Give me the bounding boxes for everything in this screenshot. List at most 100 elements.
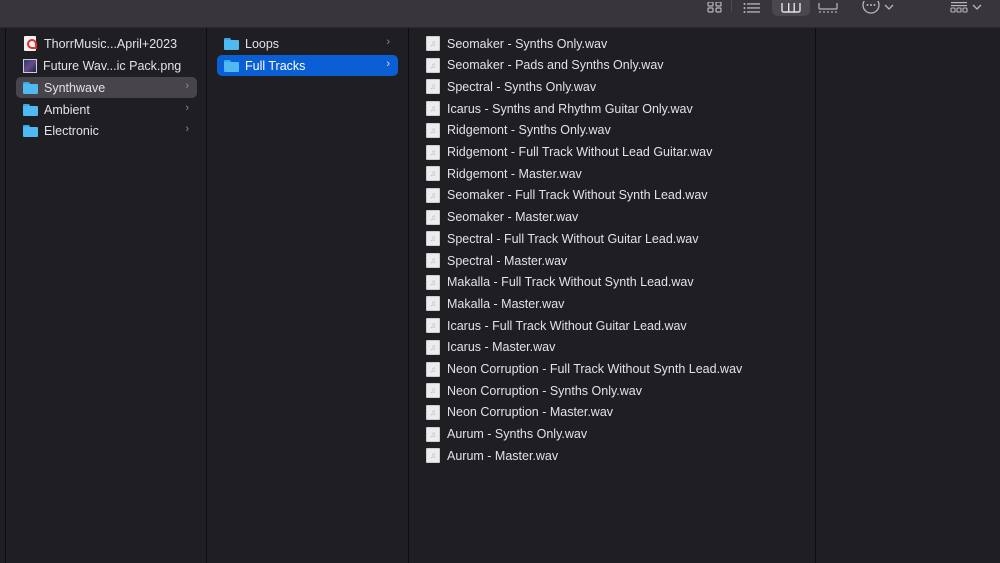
chevron-down-icon <box>884 4 894 10</box>
audio-file-icon: ♫ <box>426 166 440 182</box>
item-label: Ridgemont - Synths Only.wav <box>447 123 611 138</box>
item-label: Spectral - Synths Only.wav <box>447 79 597 94</box>
audio-file-icon: ♫ <box>426 253 440 268</box>
folder-item-electronic[interactable]: Electronic › <box>16 120 197 141</box>
audio-file-icon: ♫ <box>426 231 440 247</box>
gallery-view-button[interactable] <box>815 0 841 16</box>
item-label: Icarus - Synths and Rhythm Guitar Only.w… <box>447 101 693 116</box>
item-label: Seomaker - Pads and Synths Only.wav <box>447 58 664 73</box>
item-label: Makalla - Full Track Without Synth Lead.… <box>447 275 694 290</box>
audio-file-icon: ♫ <box>426 383 440 399</box>
item-label: ThorrMusic...April+2023 <box>44 36 178 51</box>
folder-item-full-tracks[interactable]: Full Tracks › <box>217 55 398 76</box>
item-label: Icarus - Full Track Without Guitar Lead.… <box>447 318 687 333</box>
audio-file-icon: ♫ <box>426 339 440 355</box>
item-label: Icarus - Master.wav <box>447 340 556 355</box>
audio-file-icon: ♫ <box>426 57 440 73</box>
item-label: Electronic <box>44 123 99 138</box>
file-item-audio[interactable]: ♫ Ridgemont - Master.wav <box>418 163 808 184</box>
item-label: Spectral - Full Track Without Guitar Lea… <box>447 231 699 246</box>
column-3[interactable]: ♫ Seomaker - Synths Only.wav ♫ Seomaker - P… <box>409 28 816 563</box>
file-item-audio[interactable]: ♫ Ridgemont - Synths Only.wav <box>418 120 808 141</box>
item-label: Neon Corruption - Master.wav <box>447 405 614 420</box>
item-label: Spectral - Master.wav <box>447 253 568 268</box>
folder-icon <box>23 124 38 137</box>
chevron-right-icon: › <box>185 123 189 135</box>
folder-item-loops[interactable]: Loops › <box>217 33 398 54</box>
list-item-image[interactable]: Future Wav...ic Pack.png <box>16 55 197 76</box>
file-item-audio[interactable]: ♫ Aurum - Synths Only.wav <box>418 424 808 445</box>
item-label: Seomaker - Synths Only.wav <box>447 36 608 51</box>
file-item-audio[interactable]: ♫ Icarus - Full Track Without Guitar Lead… <box>418 315 808 336</box>
gallery-icon <box>818 3 838 13</box>
folder-icon <box>224 59 239 72</box>
file-item-audio[interactable]: ♫ Makalla - Master.wav <box>418 293 808 314</box>
file-item-audio[interactable]: ♫ Neon Corruption - Synths Only.wav <box>418 380 808 401</box>
item-label: Makalla - Master.wav <box>447 296 565 311</box>
chevron-down-icon <box>972 4 982 10</box>
chevron-right-icon: › <box>185 102 189 114</box>
column-1[interactable]: ThorrMusic...April+2023 Future Wav...ic … <box>7 28 207 563</box>
column-browser: ThorrMusic...April+2023 Future Wav...ic … <box>0 28 1000 563</box>
folder-item-ambient[interactable]: Ambient › <box>16 99 197 120</box>
item-label: Ridgemont - Full Track Without Lead Guit… <box>447 145 713 159</box>
item-label: Neon Corruption - Synths Only.wav <box>447 383 642 398</box>
audio-file-icon: ♫ <box>426 187 440 203</box>
file-item-audio[interactable]: ♫ Aurum - Master.wav <box>418 445 808 466</box>
item-label: Neon Corruption - Full Track Without Syn… <box>447 362 743 376</box>
audio-file-icon: ♫ <box>426 122 440 138</box>
grid-icon <box>707 2 722 13</box>
action-menu-button[interactable] <box>858 0 898 16</box>
item-label: Aurum - Synths Only.wav <box>447 427 588 442</box>
folder-icon <box>23 81 38 94</box>
chevron-right-icon: › <box>386 58 390 70</box>
column-4-empty[interactable] <box>816 28 1000 563</box>
audio-file-icon: ♫ <box>426 144 440 160</box>
chevron-right-icon: › <box>386 36 390 48</box>
item-label: Aurum - Master.wav <box>447 448 559 463</box>
item-label: Full Tracks <box>245 58 306 73</box>
image-file-icon <box>23 58 37 73</box>
file-item-audio[interactable]: ♫ Ridgemont - Full Track Without Lead Gui… <box>418 142 808 163</box>
file-item-audio[interactable]: ♫ Seomaker - Pads and Synths Only.wav <box>418 55 808 76</box>
audio-file-icon: ♫ <box>426 404 440 420</box>
file-item-audio[interactable]: ♫ Neon Corruption - Full Track Without Sy… <box>418 359 808 380</box>
file-item-audio[interactable]: ♫ Seomaker - Full Track Without Synth Lea… <box>418 185 808 206</box>
file-item-audio[interactable]: ♫ Icarus - Master.wav <box>418 337 808 358</box>
item-label: Seomaker - Master.wav <box>447 210 579 225</box>
folder-icon <box>224 37 239 50</box>
audio-file-icon: ♫ <box>426 361 440 377</box>
audio-file-icon: ♫ <box>426 209 440 225</box>
column-edge <box>0 28 6 563</box>
file-item-audio[interactable]: ♫ Makalla - Full Track Without Synth Lead… <box>418 272 808 293</box>
audio-file-icon: ♫ <box>426 101 440 117</box>
item-label: Ambient <box>44 102 90 117</box>
item-label: Loops <box>245 36 280 51</box>
file-item-audio[interactable]: ♫ Spectral - Synths Only.wav <box>418 76 808 97</box>
list-view-button[interactable] <box>739 0 765 16</box>
audio-file-icon: ♫ <box>426 296 440 312</box>
column-2[interactable]: Loops › Full Tracks › <box>207 28 409 563</box>
folder-item-synthwave[interactable]: Synthwave › <box>16 77 197 98</box>
file-item-audio[interactable]: ♫ Seomaker - Master.wav <box>418 207 808 228</box>
file-item-audio[interactable]: ♫ Spectral - Full Track Without Guitar Le… <box>418 228 808 249</box>
list-item-pdf[interactable]: ThorrMusic...April+2023 <box>16 33 197 54</box>
file-item-audio[interactable]: ♫ Seomaker - Synths Only.wav <box>418 33 808 54</box>
group-menu-button[interactable] <box>946 0 986 16</box>
audio-file-icon: ♫ <box>426 79 440 95</box>
group-grid-icon <box>950 2 968 13</box>
list-icon <box>743 3 760 13</box>
column-view-button[interactable] <box>772 0 810 16</box>
chevron-right-icon: › <box>185 80 189 92</box>
toolbar-separator <box>731 0 732 12</box>
icon-view-button[interactable] <box>703 0 727 16</box>
toolbar <box>0 0 1000 28</box>
pdf-file-icon <box>24 36 37 51</box>
audio-file-icon: ♫ <box>426 448 440 464</box>
audio-file-icon: ♫ <box>426 318 440 334</box>
file-item-audio[interactable]: ♫ Icarus - Synths and Rhythm Guitar Only.… <box>418 98 808 119</box>
item-label: Seomaker - Full Track Without Synth Lead… <box>447 188 708 203</box>
item-label: Synthwave <box>44 80 106 95</box>
file-item-audio[interactable]: ♫ Neon Corruption - Master.wav <box>418 402 808 423</box>
file-item-audio[interactable]: ♫ Spectral - Master.wav <box>418 250 808 271</box>
